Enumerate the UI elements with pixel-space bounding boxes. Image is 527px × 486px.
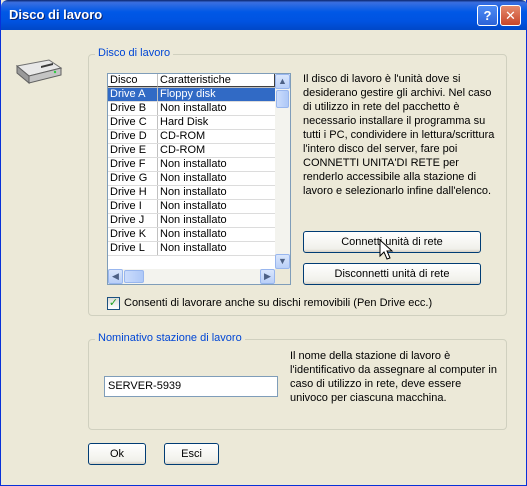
- scroll-corner: [275, 269, 290, 284]
- type-cell: Non installato: [160, 158, 227, 170]
- type-cell: Non installato: [160, 214, 227, 226]
- drive-cell: Drive J: [108, 214, 158, 227]
- close-button[interactable]: ✕: [500, 5, 521, 26]
- type-cell: Floppy disk: [160, 88, 216, 100]
- vertical-scrollbar[interactable]: ▲ ▼: [275, 74, 290, 269]
- dialog-window: Disco di lavoro ? ✕ Disco di lavoro Disc…: [0, 0, 527, 486]
- station-description: Il nome della stazione di lavoro è l'iden…: [290, 349, 505, 405]
- drive-cell: Drive E: [108, 144, 158, 157]
- horizontal-scroll-thumb[interactable]: [124, 270, 144, 283]
- type-cell: Non installato: [160, 200, 227, 212]
- type-cell: Non installato: [160, 186, 227, 198]
- drive-list-header: Disco Caratteristiche: [108, 74, 275, 88]
- description-line: univoco per ciascuna macchina.: [290, 392, 447, 404]
- help-icon: ?: [483, 8, 492, 23]
- drive-cell: Drive H: [108, 186, 158, 199]
- table-row[interactable]: Drive H Non installato: [108, 186, 275, 200]
- arrow-left-icon: ◀: [112, 271, 119, 281]
- scroll-up-button[interactable]: ▲: [275, 74, 290, 89]
- horizontal-scrollbar[interactable]: ◀ ▶: [108, 269, 275, 284]
- station-group-legend: Nominativo stazione di lavoro: [95, 332, 245, 344]
- drive-list[interactable]: Disco Caratteristiche Drive A Floppy disk…: [107, 73, 291, 285]
- arrow-down-icon: ▼: [278, 256, 287, 266]
- type-cell: CD-ROM: [160, 144, 206, 156]
- description-line: caso di utilizzo in rete, deve essere: [290, 378, 462, 390]
- table-row[interactable]: Drive F Non installato: [108, 158, 275, 172]
- vertical-scroll-thumb[interactable]: [276, 90, 289, 108]
- description-line: l'identificativo da assegnare al compute…: [290, 364, 497, 376]
- table-row[interactable]: Drive E CD-ROM: [108, 144, 275, 158]
- column-header-disco[interactable]: Disco: [108, 74, 158, 87]
- title-bar[interactable]: Disco di lavoro ? ✕: [1, 0, 527, 30]
- help-button[interactable]: ?: [477, 5, 498, 26]
- description-line: CONNETTI UNITA'DI RETE per: [303, 157, 459, 169]
- station-name-input[interactable]: SERVER-5939: [104, 376, 278, 397]
- description-line: necessario installare il programma su: [303, 115, 486, 127]
- arrow-right-icon: ▶: [264, 271, 271, 281]
- type-cell: CD-ROM: [160, 130, 206, 142]
- table-row[interactable]: Drive C Hard Disk: [108, 116, 275, 130]
- drive-cell: Drive G: [108, 172, 158, 185]
- drive-list-content: Disco Caratteristiche Drive A Floppy disk…: [108, 74, 275, 269]
- scroll-left-button[interactable]: ◀: [108, 269, 123, 284]
- window-title: Disco di lavoro: [9, 7, 103, 22]
- description-line: renderlo accessibile alla stazione di: [303, 171, 477, 183]
- type-cell: Non installato: [160, 228, 227, 240]
- type-cell: Non installato: [160, 102, 227, 114]
- drive-cell: Drive K: [108, 228, 158, 241]
- type-cell: Non installato: [160, 172, 227, 184]
- scroll-down-button[interactable]: ▼: [275, 254, 290, 269]
- removable-drives-checkbox[interactable]: ✓: [107, 297, 120, 310]
- description-line: desiderano gestire gli archivi. Nel caso: [303, 87, 492, 99]
- type-cell: Non installato: [160, 242, 227, 254]
- ok-button[interactable]: Ok: [88, 443, 146, 465]
- drive-cell: Drive C: [108, 116, 158, 129]
- disconnect-network-drive-button[interactable]: Disconnetti unità di rete: [303, 263, 481, 285]
- drive-cell: Drive D: [108, 130, 158, 143]
- drive-cell: Drive I: [108, 200, 158, 213]
- table-row[interactable]: Drive K Non installato: [108, 228, 275, 242]
- arrow-up-icon: ▲: [278, 76, 287, 86]
- table-row[interactable]: Drive J Non installato: [108, 214, 275, 228]
- removable-drives-label[interactable]: Consenti di lavorare anche su dischi rem…: [124, 297, 432, 310]
- description-line: Il nome della stazione di lavoro è: [290, 350, 451, 362]
- drive-cell: Drive A: [108, 88, 158, 101]
- table-row[interactable]: Drive L Non installato: [108, 242, 275, 256]
- table-row[interactable]: Drive A Floppy disk: [108, 88, 275, 102]
- description-line: l'intero disco del server, fare poi: [303, 143, 458, 155]
- table-row[interactable]: Drive I Non installato: [108, 200, 275, 214]
- disk-group-legend: Disco di lavoro: [95, 47, 174, 59]
- disk-description: Il disco di lavoro è l'unità dove si desi…: [303, 72, 503, 198]
- column-header-caratteristiche[interactable]: Caratteristiche: [158, 74, 275, 87]
- description-line: di utilizzo in rete del pacchetto è: [303, 101, 460, 113]
- description-line: Il disco di lavoro è l'unità dove si: [303, 73, 461, 85]
- drive-cell: Drive L: [108, 242, 158, 255]
- close-icon: ✕: [505, 8, 516, 23]
- table-row[interactable]: Drive G Non installato: [108, 172, 275, 186]
- cancel-button[interactable]: Esci: [164, 443, 219, 465]
- checkmark-icon: ✓: [108, 297, 119, 309]
- mouse-cursor-icon: [379, 239, 394, 260]
- drive-cell: Drive F: [108, 158, 158, 171]
- disk-drive-icon: [15, 59, 63, 85]
- scroll-right-button[interactable]: ▶: [260, 269, 275, 284]
- description-line: lavoro e selezionarlo infine dall'elenco…: [303, 185, 491, 197]
- description-line: tutti i PC, condividere in lettura/scrit…: [303, 129, 495, 141]
- drive-rows: Drive A Floppy disk Drive B Non installato D…: [108, 88, 275, 256]
- drive-cell: Drive B: [108, 102, 158, 115]
- table-row[interactable]: Drive B Non installato: [108, 102, 275, 116]
- table-row[interactable]: Drive D CD-ROM: [108, 130, 275, 144]
- type-cell: Hard Disk: [160, 116, 209, 128]
